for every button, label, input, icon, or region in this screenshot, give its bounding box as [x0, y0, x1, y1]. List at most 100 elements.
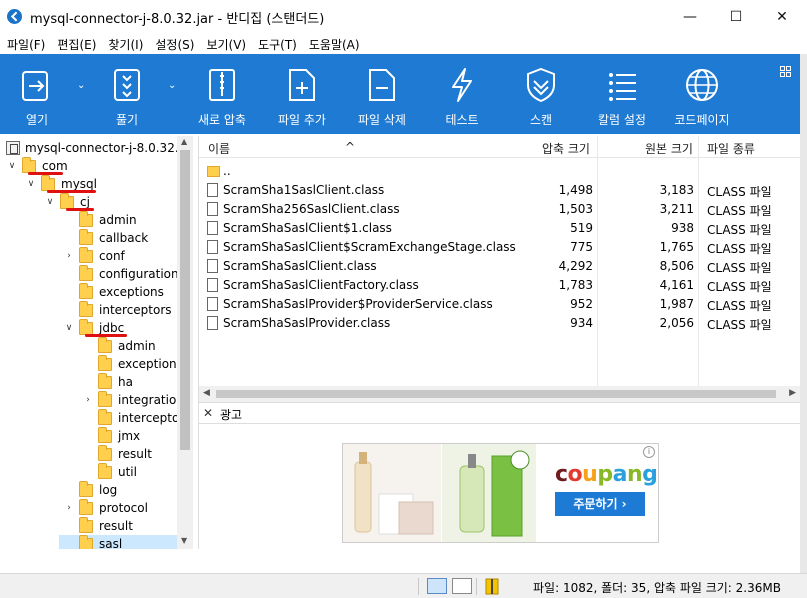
menu-bar: 파일(F) 편집(E) 찾기(I) 설정(S) 보기(V) 도구(T) 도움말(… [0, 33, 807, 54]
file-list-horizontal-scrollbar[interactable]: ◀ ▶ [199, 386, 800, 402]
folder-icon [79, 282, 93, 299]
tree-scroll-thumb[interactable] [180, 150, 190, 450]
collapse-arrow-icon[interactable]: ∨ [25, 179, 37, 189]
scroll-down-icon[interactable]: ▼ [181, 536, 187, 545]
codepage-button[interactable]: 코드페이지 [669, 54, 735, 134]
tree-vertical-scrollbar[interactable]: ▲ ▼ [177, 136, 193, 549]
menu-help[interactable]: 도움말(A) [302, 33, 365, 54]
column-type-header[interactable]: 파일 종류 [707, 140, 755, 157]
compressed-size: 952 [570, 297, 593, 311]
original-size: 2,056 [659, 316, 694, 330]
tree-item[interactable]: interceptors [63, 300, 172, 319]
scan-button[interactable]: 스캔 [515, 54, 567, 134]
bandizip-app-icon[interactable] [7, 9, 22, 24]
tree-item[interactable]: › protocol [63, 498, 148, 517]
open-dropdown-icon[interactable]: ⌄ [77, 80, 85, 91]
file-row[interactable]: ScramShaSaslProvider$ProviderService.cla… [199, 295, 800, 314]
folder-icon [98, 336, 112, 353]
tree-item[interactable]: › integration [82, 390, 184, 409]
file-row[interactable]: ScramShaSaslClient.class 4,292 8,506 CLASS … [199, 257, 800, 276]
tree-item[interactable]: callback [63, 228, 149, 247]
file-row[interactable]: ScramSha256SaslClient.class 1,503 3,211 CLA… [199, 200, 800, 219]
ad-info-icon[interactable]: i [643, 446, 655, 458]
scroll-right-icon[interactable]: ▶ [789, 388, 796, 398]
tree-item[interactable]: configurations [63, 264, 185, 283]
file-row[interactable]: ScramShaSaslClientFactory.class 1,783 4,16… [199, 276, 800, 295]
delete-file-icon [369, 69, 395, 101]
folder-icon [79, 210, 93, 227]
class-file-icon [207, 202, 218, 216]
tree-item[interactable]: admin [63, 210, 137, 229]
tree-root-archive[interactable]: mysql-connector-j-8.0.32.jar [6, 139, 193, 157]
collapse-arrow-icon[interactable]: ∨ [6, 161, 18, 171]
file-row[interactable]: ScramShaSaslClient$1.class 519 938 CLASS 파일 [199, 219, 800, 238]
tree-item[interactable]: › conf [63, 246, 125, 265]
tree-item-label: jmx [118, 429, 141, 443]
file-type: CLASS 파일 [707, 185, 772, 199]
order-button[interactable]: 주문하기 › [555, 492, 645, 516]
tree-item-label: ha [118, 375, 133, 389]
expand-arrow-icon[interactable]: › [63, 503, 75, 513]
original-size: 938 [671, 221, 694, 235]
close-button[interactable]: ✕ [759, 0, 805, 33]
new-archive-button[interactable]: 새로 압축 [193, 54, 251, 134]
file-type: CLASS 파일 [707, 204, 772, 218]
extract-dropdown-icon[interactable]: ⌄ [168, 80, 176, 91]
file-row[interactable]: ScramShaSaslClient$ScramExchangeStage.cl… [199, 238, 800, 257]
layout-grid-icon[interactable] [780, 66, 791, 77]
tree-item[interactable]: util [82, 462, 137, 481]
column-original-header[interactable]: 원본 크기 [645, 140, 693, 157]
parent-folder-row[interactable]: .. [199, 162, 800, 181]
menu-tools[interactable]: 도구(T) [251, 33, 302, 54]
parent-folder-label: .. [223, 164, 231, 178]
horizontal-scroll-thumb[interactable] [216, 390, 776, 398]
add-file-button[interactable]: 파일 추가 [272, 54, 332, 134]
menu-edit[interactable]: 편집(E) [50, 33, 101, 54]
compressed-size: 519 [570, 221, 593, 235]
tree-item[interactable]: admin [82, 336, 156, 355]
column-compressed-header[interactable]: 압축 크기 [542, 140, 590, 157]
file-row[interactable]: ScramShaSaslProvider.class 934 2,056 CLASS … [199, 314, 800, 333]
tree-item-label: callback [99, 231, 149, 245]
tree-item[interactable]: exceptions [82, 354, 183, 373]
expand-arrow-icon[interactable]: › [63, 251, 75, 261]
tree-item[interactable]: jmx [82, 426, 141, 445]
ad-close-icon[interactable]: ✕ [203, 406, 213, 420]
menu-file[interactable]: 파일(F) [0, 33, 50, 54]
collapse-arrow-icon[interactable]: ∨ [44, 197, 56, 207]
tree-item[interactable]: sasl [59, 534, 177, 549]
collapse-arrow-icon[interactable]: ∨ [63, 323, 75, 333]
minimize-button[interactable]: — [667, 0, 713, 33]
delete-file-button[interactable]: 파일 삭제 [352, 54, 412, 134]
column-settings-button[interactable]: 칼럼 설정 [590, 54, 654, 134]
extract-label: 풀기 [115, 113, 139, 127]
test-button[interactable]: 테스트 [436, 54, 488, 134]
tree-item[interactable]: ha [82, 372, 133, 391]
shield-icon [527, 67, 555, 103]
tree-item[interactable]: exceptions [63, 282, 164, 301]
toolbar: 열기 ⌄ 풀기 ⌄ 새로 압축 파일 추가 파일 삭제 테스트 스캔 칼럼 설정… [0, 54, 800, 134]
right-edge-panel [800, 54, 807, 573]
tree-item[interactable]: result [63, 516, 133, 535]
tree-item[interactable]: result [82, 444, 152, 463]
open-button[interactable]: 열기 [10, 54, 64, 134]
tree-item[interactable]: log [63, 480, 117, 499]
tree-item-label: result [99, 519, 133, 533]
list-view-icon[interactable] [427, 578, 447, 594]
menu-find[interactable]: 찾기(I) [101, 33, 148, 54]
file-row[interactable]: ScramSha1SaslClient.class 1,498 3,183 CLASS… [199, 181, 800, 200]
scroll-left-icon[interactable]: ◀ [203, 388, 210, 398]
cosmetic-product-image [343, 444, 441, 542]
scroll-up-icon[interactable]: ▲ [181, 137, 187, 146]
preview-view-icon[interactable] [452, 578, 472, 594]
file-type: CLASS 파일 [707, 261, 772, 275]
tree-item[interactable]: interceptors [82, 408, 191, 427]
column-name-header[interactable]: 이름 [208, 140, 230, 157]
menu-view[interactable]: 보기(V) [199, 33, 251, 54]
maximize-button[interactable]: ☐ [713, 0, 759, 33]
expand-arrow-icon[interactable]: › [82, 395, 94, 405]
extract-button[interactable]: 풀기 [100, 54, 154, 134]
class-file-icon [207, 259, 218, 273]
menu-settings[interactable]: 설정(S) [148, 33, 199, 54]
ad-banner[interactable]: coupang 주문하기 › i [342, 443, 659, 543]
